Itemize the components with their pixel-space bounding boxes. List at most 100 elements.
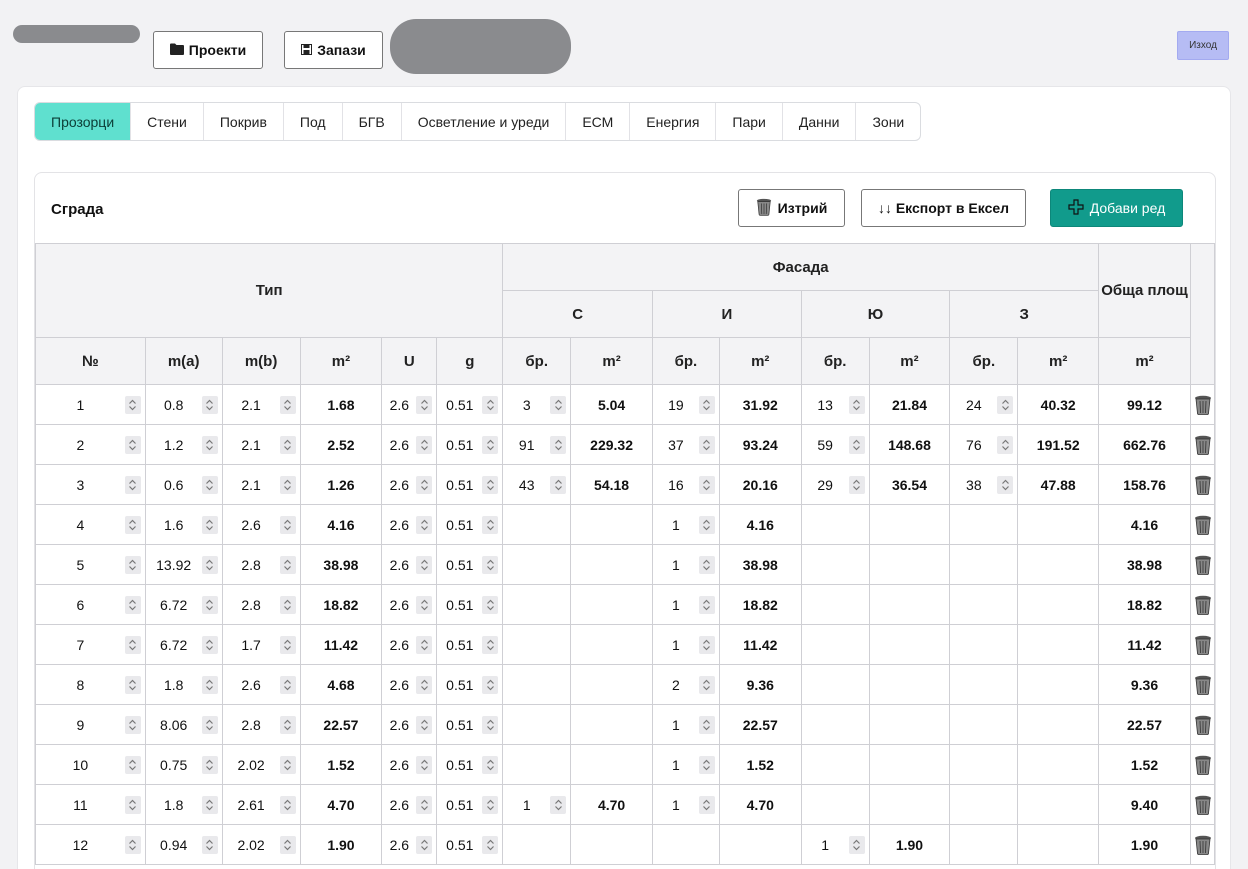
chevron-up-down-icon[interactable]: [482, 475, 499, 494]
east-count-input[interactable]: 2: [651, 664, 720, 705]
g-value-input[interactable]: 0.51: [436, 504, 504, 545]
chevron-up-down-icon[interactable]: [124, 635, 141, 654]
g-value-input[interactable]: 0.51: [436, 384, 504, 425]
chevron-up-down-icon[interactable]: [124, 595, 141, 614]
east-count-input[interactable]: 1: [651, 544, 720, 585]
south-count-input[interactable]: [800, 784, 870, 825]
g-value-input[interactable]: 0.51: [436, 544, 504, 585]
chevron-up-down-icon[interactable]: [279, 555, 296, 574]
delete-row-button[interactable]: [1189, 624, 1215, 665]
north-count-input[interactable]: [502, 584, 572, 625]
u-value-input[interactable]: 2.6: [381, 504, 438, 545]
chevron-up-down-icon[interactable]: [848, 435, 865, 454]
width-input[interactable]: 0.8: [144, 384, 223, 425]
north-count-input[interactable]: 1: [502, 784, 572, 825]
west-count-input[interactable]: 38: [949, 464, 1019, 505]
tab-lighting[interactable]: Осветление и уреди: [402, 103, 567, 140]
chevron-up-down-icon[interactable]: [848, 395, 865, 414]
height-input[interactable]: 2.1: [221, 384, 301, 425]
chevron-up-down-icon[interactable]: [698, 635, 715, 654]
chevron-up-down-icon[interactable]: [698, 595, 715, 614]
south-count-input[interactable]: [800, 584, 870, 625]
south-count-input[interactable]: 1: [800, 824, 870, 865]
chevron-up-down-icon[interactable]: [279, 675, 296, 694]
chevron-up-down-icon[interactable]: [550, 475, 567, 494]
tab-windows[interactable]: Прозорци: [35, 103, 132, 140]
u-value-input[interactable]: 2.6: [381, 624, 438, 665]
chevron-up-down-icon[interactable]: [201, 675, 218, 694]
chevron-up-down-icon[interactable]: [201, 635, 218, 654]
chevron-up-down-icon[interactable]: [997, 435, 1014, 454]
chevron-up-down-icon[interactable]: [482, 515, 499, 534]
chevron-up-down-icon[interactable]: [482, 435, 499, 454]
chevron-up-down-icon[interactable]: [848, 835, 865, 854]
tab-roof[interactable]: Покрив: [204, 103, 284, 140]
height-input[interactable]: 1.7: [221, 624, 301, 665]
tab-walls[interactable]: Стени: [131, 103, 204, 140]
chevron-up-down-icon[interactable]: [201, 515, 218, 534]
number-input[interactable]: 5: [35, 544, 146, 585]
east-count-input[interactable]: 1: [651, 584, 720, 625]
height-input[interactable]: 2.8: [221, 584, 301, 625]
chevron-up-down-icon[interactable]: [416, 435, 433, 454]
width-input[interactable]: 1.6: [144, 504, 223, 545]
south-count-input[interactable]: 59: [800, 424, 870, 465]
south-count-input[interactable]: [800, 704, 870, 745]
south-count-input[interactable]: 29: [800, 464, 870, 505]
chevron-up-down-icon[interactable]: [279, 595, 296, 614]
g-value-input[interactable]: 0.51: [436, 824, 504, 865]
north-count-input[interactable]: 43: [502, 464, 572, 505]
north-count-input[interactable]: [502, 504, 572, 545]
chevron-up-down-icon[interactable]: [698, 395, 715, 414]
chevron-up-down-icon[interactable]: [416, 675, 433, 694]
u-value-input[interactable]: 2.6: [381, 744, 438, 785]
chevron-up-down-icon[interactable]: [279, 635, 296, 654]
chevron-up-down-icon[interactable]: [279, 835, 296, 854]
tab-energy[interactable]: Енергия: [630, 103, 717, 140]
chevron-up-down-icon[interactable]: [124, 395, 141, 414]
chevron-up-down-icon[interactable]: [698, 555, 715, 574]
number-input[interactable]: 9: [35, 704, 146, 745]
chevron-up-down-icon[interactable]: [279, 715, 296, 734]
delete-row-button[interactable]: [1189, 464, 1215, 505]
east-count-input[interactable]: 1: [651, 624, 720, 665]
delete-row-button[interactable]: [1189, 824, 1215, 865]
west-count-input[interactable]: 24: [949, 384, 1019, 425]
west-count-input[interactable]: [949, 544, 1019, 585]
north-count-input[interactable]: 3: [502, 384, 572, 425]
chevron-up-down-icon[interactable]: [201, 795, 218, 814]
south-count-input[interactable]: 13: [800, 384, 870, 425]
height-input[interactable]: 2.1: [221, 464, 301, 505]
chevron-up-down-icon[interactable]: [124, 715, 141, 734]
north-count-input[interactable]: 91: [502, 424, 572, 465]
east-count-input[interactable]: [651, 824, 720, 865]
west-count-input[interactable]: 76: [949, 424, 1019, 465]
g-value-input[interactable]: 0.51: [436, 664, 504, 705]
tab-hot-water[interactable]: БГВ: [343, 103, 402, 140]
chevron-up-down-icon[interactable]: [550, 395, 567, 414]
u-value-input[interactable]: 2.6: [381, 544, 438, 585]
north-count-input[interactable]: [502, 664, 572, 705]
number-input[interactable]: 12: [35, 824, 146, 865]
width-input[interactable]: 6.72: [144, 624, 223, 665]
chevron-up-down-icon[interactable]: [124, 835, 141, 854]
west-count-input[interactable]: [949, 824, 1019, 865]
chevron-up-down-icon[interactable]: [698, 515, 715, 534]
chevron-up-down-icon[interactable]: [124, 435, 141, 454]
g-value-input[interactable]: 0.51: [436, 424, 504, 465]
delete-row-button[interactable]: [1189, 664, 1215, 705]
south-count-input[interactable]: [800, 664, 870, 705]
west-count-input[interactable]: [949, 624, 1019, 665]
chevron-up-down-icon[interactable]: [698, 755, 715, 774]
north-count-input[interactable]: [502, 704, 572, 745]
chevron-up-down-icon[interactable]: [550, 795, 567, 814]
number-input[interactable]: 8: [35, 664, 146, 705]
add-row-button[interactable]: Добави ред: [1050, 189, 1183, 227]
projects-button[interactable]: Проекти: [153, 31, 263, 69]
north-count-input[interactable]: [502, 544, 572, 585]
logout-button[interactable]: Изход: [1177, 31, 1229, 60]
u-value-input[interactable]: 2.6: [381, 464, 438, 505]
delete-row-button[interactable]: [1189, 704, 1215, 745]
delete-row-button[interactable]: [1189, 744, 1215, 785]
g-value-input[interactable]: 0.51: [436, 744, 504, 785]
